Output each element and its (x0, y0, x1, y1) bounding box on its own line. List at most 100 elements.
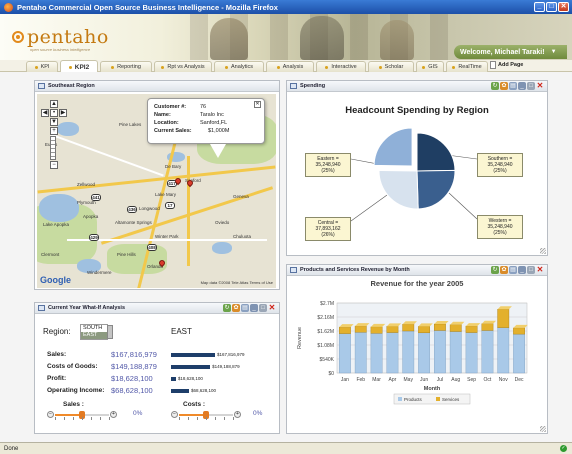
pan-center-button[interactable]: • (50, 109, 58, 117)
costs-slider-label: Costs : (183, 401, 206, 408)
map-town-label: Winter Park (155, 234, 179, 239)
zoom-in-button[interactable]: + (50, 127, 58, 135)
costs-slider[interactable]: − + (171, 411, 241, 420)
panel-header: Current Year What-If Analysis ↻ ✿ ▤ _ □ … (35, 303, 279, 314)
header-photo-person (380, 20, 414, 60)
tab-reporting[interactable]: Reporting (100, 61, 152, 72)
slider-decrease-button[interactable]: − (47, 411, 54, 418)
resize-handle[interactable] (540, 248, 546, 254)
slider-tick (55, 417, 56, 420)
print-icon[interactable]: ▤ (509, 266, 517, 274)
bar-services (418, 326, 430, 334)
metric-bar-value: $149,188,879 (212, 364, 240, 369)
map-lake (212, 242, 232, 254)
region-option-east[interactable]: EAST (81, 332, 107, 339)
header-photo-person (210, 18, 248, 60)
chevron-down-icon: ▼ (550, 49, 557, 55)
slider-tick (91, 417, 92, 420)
slider-tick (197, 417, 198, 420)
print-icon[interactable]: ▤ (509, 82, 517, 90)
zoom-slider[interactable] (50, 136, 56, 160)
pie-label-central: Central = 37,893,162 (26%) (305, 217, 351, 241)
pie-label-eastern: Eastern = 35,248,940 (25%) (305, 153, 351, 177)
tab-bullet-icon (224, 65, 228, 69)
logo-text: pentaho (27, 26, 109, 48)
logo-tagline: open source business intelligence (30, 47, 91, 52)
map-view[interactable]: De Bary Sanford Lake Mary Longwood Genev… (37, 94, 276, 288)
tab-realtime[interactable]: RealTime (446, 61, 488, 72)
status-ok-icon: ✓ (560, 445, 567, 452)
window-title: Pentaho Commercial Open Source Business … (17, 2, 278, 12)
add-page-button[interactable]: Add Page (490, 61, 523, 69)
settings-icon[interactable]: ✿ (500, 266, 508, 274)
slider-tick (233, 417, 234, 420)
legend-label: Products (404, 397, 423, 402)
pie-label-western: Western = 35,248,940 (25%) (477, 215, 523, 239)
map-panel: Southeast Region De Bary Sanford Lake Ma… (34, 80, 280, 290)
minimize-panel-icon[interactable]: _ (250, 304, 258, 312)
close-icon[interactable]: ✕ (254, 101, 261, 108)
panel-header: Products and Services Revenue by Month ↻… (287, 265, 547, 276)
settings-icon[interactable]: ✿ (232, 304, 240, 312)
slider-increase-button[interactable]: + (110, 411, 117, 418)
slider-decrease-button[interactable]: − (171, 411, 178, 418)
map-lake (39, 194, 79, 222)
pan-row: ◀ • ▶ (41, 109, 67, 118)
tab-analysis[interactable]: Analysis (266, 61, 314, 72)
slider-fill (55, 414, 82, 416)
close-panel-icon[interactable]: ✕ (536, 266, 544, 274)
tab-scholar[interactable]: Scholar (368, 61, 414, 72)
panel-window-icon (38, 305, 45, 311)
map-town-label: Apopka (83, 214, 99, 219)
pan-right-button[interactable]: ▶ (59, 109, 67, 117)
metric-bar (171, 377, 176, 381)
tab-interactive[interactable]: Interactive (316, 61, 366, 72)
minimize-panel-icon[interactable]: _ (518, 82, 526, 90)
maximize-panel-icon[interactable]: □ (259, 304, 267, 312)
minimize-panel-icon[interactable]: _ (518, 266, 526, 274)
google-logo: Google (40, 275, 71, 285)
sales-slider[interactable]: − + (47, 411, 117, 420)
bar-services (449, 324, 462, 332)
tab-kpi[interactable]: KPI (26, 61, 58, 72)
metric-value-sales: $167,816,979 (111, 350, 157, 359)
region-option-south[interactable]: SOUTH (81, 325, 107, 332)
sales-slider-label: Sales : (63, 401, 84, 408)
resize-handle[interactable] (540, 426, 546, 432)
zoom-out-button[interactable]: − (50, 161, 58, 169)
maximize-button[interactable]: □ (546, 2, 557, 12)
status-bar: Done ✓ (0, 442, 572, 454)
map-road (37, 165, 276, 194)
pan-down-button[interactable]: ▼ (50, 118, 58, 126)
listbox-scrollbar[interactable] (107, 325, 113, 339)
close-panel-icon[interactable]: ✕ (536, 82, 544, 90)
bar-products (339, 333, 351, 374)
y-axis-label: Revenue (297, 327, 303, 349)
slider-increase-button[interactable]: + (234, 411, 241, 418)
user-menu-button[interactable]: Welcome, Michael Taraki! ▼ (454, 45, 567, 59)
maximize-panel-icon[interactable]: □ (527, 266, 535, 274)
region-listbox[interactable]: SOUTH EAST (80, 324, 113, 340)
x-axis-label: Month (424, 386, 441, 392)
pan-left-button[interactable]: ◀ (41, 109, 49, 117)
bar-products (513, 333, 525, 374)
pan-up-button[interactable]: ▲ (50, 100, 58, 108)
print-icon[interactable]: ▤ (241, 304, 249, 312)
terms-of-use-link[interactable]: Terms of Use (249, 280, 273, 285)
minimize-button[interactable]: _ (534, 2, 545, 12)
close-panel-icon[interactable]: ✕ (268, 304, 276, 312)
maximize-panel-icon[interactable]: □ (527, 82, 535, 90)
panel-window-icon (38, 83, 45, 89)
refresh-icon[interactable]: ↻ (491, 266, 499, 274)
refresh-icon[interactable]: ↻ (491, 82, 499, 90)
tab-analytics[interactable]: Analytics (214, 61, 264, 72)
slider-tick (215, 417, 216, 420)
y-tick-label: $540K (320, 357, 335, 363)
tab-rpt-vs-analysis[interactable]: Rpt vs Analysis (154, 61, 212, 72)
metric-bar (171, 353, 215, 357)
tab-gis[interactable]: GIS (416, 61, 444, 72)
close-window-button[interactable]: ✕ (558, 2, 569, 12)
settings-icon[interactable]: ✿ (500, 82, 508, 90)
refresh-icon[interactable]: ↻ (223, 304, 231, 312)
x-tick-label: Apr (389, 377, 397, 383)
